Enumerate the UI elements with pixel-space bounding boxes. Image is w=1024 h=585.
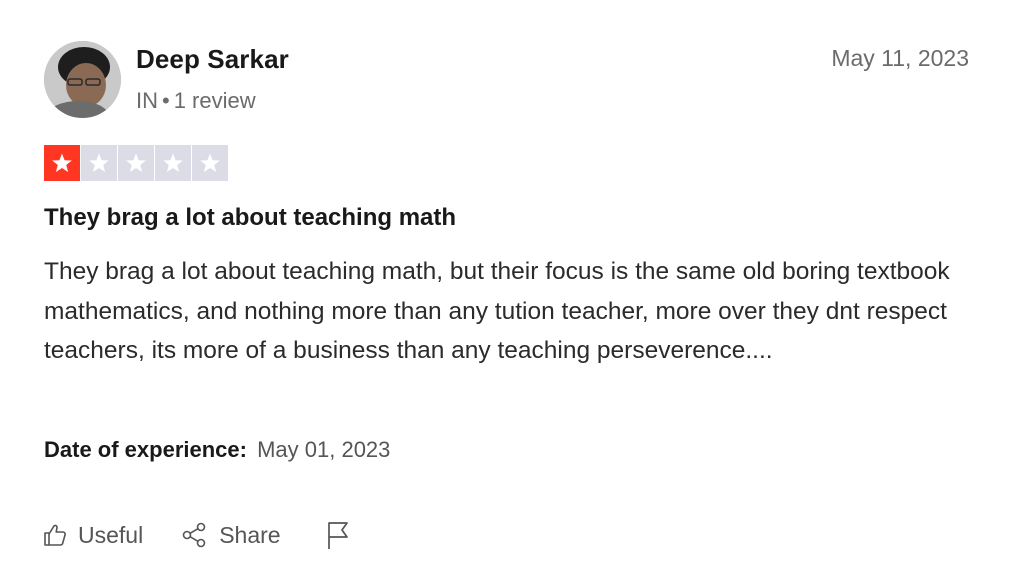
date-of-experience: Date of experience: May 01, 2023 xyxy=(44,437,390,463)
reviewer-meta: IN • 1 review xyxy=(136,88,256,114)
reviewer-country: IN xyxy=(136,88,158,113)
meta-separator: • xyxy=(162,88,170,113)
star-rating xyxy=(44,145,228,181)
experience-date: May 01, 2023 xyxy=(257,437,391,462)
share-label: Share xyxy=(219,521,281,548)
avatar-photo xyxy=(44,41,121,118)
share-icon xyxy=(182,522,206,548)
reviewer-name[interactable]: Deep Sarkar xyxy=(136,44,289,75)
star-icon xyxy=(44,145,80,181)
report-button[interactable] xyxy=(325,520,351,550)
useful-label: Useful xyxy=(78,521,144,548)
review-card: Deep Sarkar IN • 1 review May 11, 2023 The… xyxy=(0,0,1024,585)
flag-icon xyxy=(327,522,348,549)
review-body: They brag a lot about teaching math, but… xyxy=(44,258,950,364)
reviewer-review-count: 1 review xyxy=(173,88,256,113)
star-icon xyxy=(118,145,154,181)
star-icon xyxy=(192,145,228,181)
review-title[interactable]: They brag a lot about teaching math xyxy=(44,204,456,232)
thumbs-up-icon xyxy=(44,524,66,546)
share-button[interactable]: Share xyxy=(181,521,281,549)
review-actions: Useful Share xyxy=(42,520,351,550)
experience-label: Date of experience: xyxy=(44,437,247,462)
avatar[interactable] xyxy=(44,41,121,118)
star-icon xyxy=(81,145,117,181)
useful-button[interactable]: Useful xyxy=(42,522,143,549)
star-icon xyxy=(155,145,191,181)
review-date: May 11, 2023 xyxy=(831,45,969,71)
